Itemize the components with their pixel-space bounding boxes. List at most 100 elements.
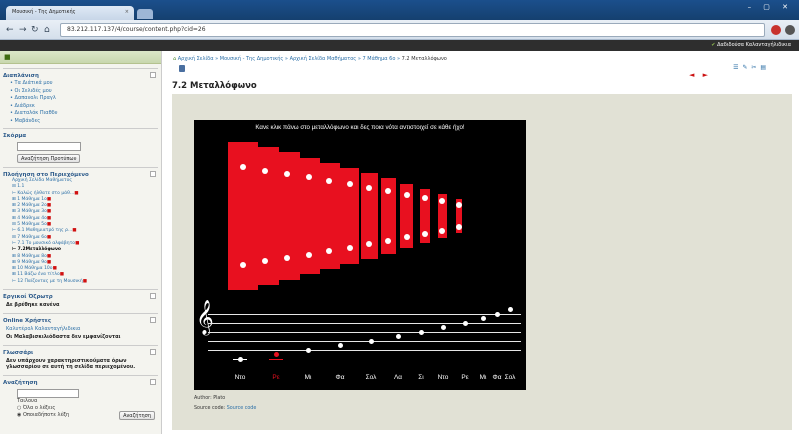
extension-icon[interactable] xyxy=(771,25,781,35)
arrow-left-icon[interactable]: ← xyxy=(6,24,14,36)
glossary-terms-block: Εργικοί Όζρωτρ Δε βρέθηκε κανένα xyxy=(3,289,158,309)
note-label: Λα xyxy=(393,374,403,381)
tree-item-label: ⊢ 12 Παίζοντας με τη Μουσική xyxy=(12,278,83,284)
note-head xyxy=(494,311,500,317)
tree-item-label: ⊢ 7.1 Το μουσικό αλφάβητο xyxy=(12,240,76,246)
tree-item-label: ⊢ 6.1 Μαθημιατρό της ρ... xyxy=(12,228,73,234)
search-input[interactable] xyxy=(17,142,81,151)
collapse-icon[interactable] xyxy=(150,348,156,355)
address-bar[interactable]: 83.212.117.137/4/course/content.php?cid=… xyxy=(60,23,765,37)
crumb-current: 7.2 Μεταλλόφωνο xyxy=(401,56,447,62)
nav-item[interactable]: • Τα Διάτικά μου xyxy=(10,80,158,87)
bar-mount-dot xyxy=(346,244,353,251)
browser-tab[interactable]: Μουσική - Της Δημοτικής × xyxy=(6,6,134,20)
collapse-icon[interactable] xyxy=(150,171,156,177)
unread-marker-icon: ■ xyxy=(52,266,57,272)
collapse-icon[interactable] xyxy=(150,316,156,323)
nav-item[interactable]: • Διάδρεκ xyxy=(10,103,158,110)
user-name[interactable]: Δαδιδούσα Καλανταγήλιδικια xyxy=(717,42,791,48)
reload-icon[interactable]: ↻ xyxy=(31,24,39,36)
new-tab-button[interactable] xyxy=(137,9,153,19)
note-label: Ρε xyxy=(272,374,280,381)
nav-item[interactable]: • Μαβάνδες xyxy=(10,118,158,125)
main-content: ⌂ Αρχική Σελίδα » Μουσική - Της Δημοτική… xyxy=(163,51,799,434)
unread-marker-icon: ■ xyxy=(75,240,80,246)
treble-clef-icon: 𝄞 xyxy=(196,300,214,335)
nav-item-label[interactable]: Δαπανολι Πραγλ xyxy=(15,95,56,101)
page-title: 7.2 Μεταλλόφωνο xyxy=(172,81,257,91)
tree-item-label: ⊢ 7.2Μεταλλόφωνο xyxy=(12,247,61,253)
collapse-icon[interactable] xyxy=(150,293,156,300)
content-tree: Αρχική Σελίδα Μαθήματος ⊟ 1.1 ⊢ Καλώς ήλθα… xyxy=(3,178,158,285)
staff-line xyxy=(208,350,521,351)
ledger-line xyxy=(233,359,247,360)
note-head xyxy=(305,347,311,353)
unread-marker-icon: ■ xyxy=(46,259,52,265)
source-link[interactable]: Source code xyxy=(227,406,257,411)
bar-mount-dot xyxy=(366,184,373,191)
arrow-right-icon[interactable]: → xyxy=(19,24,27,36)
window-titlebar: Μουσική - Της Δημοτικής × – ▢ ✕ xyxy=(0,0,799,20)
window-controls[interactable]: – ▢ ✕ xyxy=(748,3,793,11)
search-button[interactable]: Αναζήτηση Προτύπων xyxy=(17,154,81,163)
option-any-label: Οποιαδήποτε λέξη xyxy=(22,411,70,418)
nav-item-label[interactable]: Μαβάνδες xyxy=(15,118,41,124)
tree-item-label: ⊞ 10 Μάθημα 10ο xyxy=(12,266,53,272)
search2-button[interactable]: Αναζήτηση xyxy=(119,410,155,420)
crumb-1[interactable]: Αρχική Σελίδα xyxy=(178,56,214,62)
online-users-title-text: Online Χρήστες xyxy=(3,317,52,324)
user-icon: ✔ xyxy=(711,42,716,48)
search2-title: Αναζήτηση xyxy=(3,378,158,386)
note-head xyxy=(273,352,279,357)
nav-item[interactable]: • Διαταλόκ Πιαθδν xyxy=(10,110,158,117)
content-area: Κανε κλικ πάνω στο μεταλλόφωνο και δες π… xyxy=(172,94,792,430)
bar-mount-dot xyxy=(240,261,246,268)
nav-item-label[interactable]: Διαταλόκ Πιαθδν xyxy=(15,110,58,116)
online-user[interactable]: Καλυτέρολ Καλανταγήλιδικια xyxy=(6,326,158,333)
sidebar: ■ Διαπλάνιση • Τα Διάτικά μου • Οι Σελιδ… xyxy=(0,51,162,434)
bar-mount-dot xyxy=(346,181,353,188)
unread-marker-icon: ■ xyxy=(46,196,52,202)
xylophone-applet[interactable]: Κανε κλικ πάνω στο μεταλλόφωνο και δες π… xyxy=(194,120,526,390)
wrench-icon[interactable] xyxy=(785,25,795,35)
tree-item-label: ⊟ 1.1 xyxy=(12,184,25,190)
crumb-3[interactable]: Αρχική Σελίδα Μαθήματος xyxy=(290,56,357,62)
tab-title: Μουσική - Της Δημοτικής xyxy=(12,9,76,15)
note-head xyxy=(418,329,424,335)
sidebar-menu-icon[interactable]: ■ xyxy=(4,53,11,61)
content-tree-block: Πλοήγηση στο Περιεχόμενο Αρχική Σελίδα Μ… xyxy=(3,167,158,285)
nav-item[interactable]: • Δαπανολι Πραγλ xyxy=(10,95,158,102)
nav-item-label[interactable]: Τα Διάτικά μου xyxy=(15,80,53,86)
note-head xyxy=(507,307,513,312)
collapse-icon[interactable] xyxy=(150,72,156,78)
edit-tools-icon[interactable]: ☰ ✎ ✂ ▤ xyxy=(733,64,767,71)
search2-input[interactable] xyxy=(17,388,79,398)
nav-item-label[interactable]: Οι Σελιδές μου xyxy=(15,88,52,94)
home-icon[interactable]: ⌂ xyxy=(44,24,50,36)
tab-close-icon[interactable]: × xyxy=(125,9,129,15)
nav-item-label[interactable]: Διάδρεκ xyxy=(15,103,35,109)
tree-item-label: ⊞ 3 Μάθημα 3ο xyxy=(12,209,47,215)
tree-item[interactable]: ⊢ 12 Παίζοντας με τη Μουσική■ xyxy=(12,279,158,285)
prev-next-arrows[interactable]: ◄ ► xyxy=(689,71,711,79)
glossary-terms-text: Δε βρέθηκε κανένα xyxy=(6,302,60,309)
nav-item[interactable]: • Οι Σελιδές μου xyxy=(10,88,158,95)
tree-item-label: ⊞ 11 Βάζω ένα τίτλο xyxy=(12,272,60,278)
unread-marker-icon: ■ xyxy=(82,278,87,284)
staff-line xyxy=(208,314,521,315)
crumb-2[interactable]: Μουσική - Της Δημοτικής xyxy=(220,56,284,62)
staff-line xyxy=(208,323,521,324)
book-icon[interactable] xyxy=(179,65,185,72)
unread-marker-icon: ■ xyxy=(46,215,52,221)
xylophone-instruction: Κανε κλικ πάνω στο μεταλλόφωνο και δες π… xyxy=(255,124,465,131)
note-label: Σολ xyxy=(504,374,516,381)
unread-marker-icon: ■ xyxy=(74,190,79,196)
crumb-4[interactable]: 7 Μάθημα 6ο xyxy=(362,56,395,62)
collapse-icon[interactable] xyxy=(150,378,156,385)
navigation-title-text: Διαπλάνιση xyxy=(3,73,39,79)
author-line: Author: Plato xyxy=(194,396,226,401)
navigation-block-title: Διαπλάνιση xyxy=(3,72,158,79)
bar-mount-dot xyxy=(305,251,312,258)
unread-marker-icon: ■ xyxy=(46,234,52,240)
tree-item-label: ⊢ Καλώς ήλθατε στο μάθ... xyxy=(12,190,75,196)
